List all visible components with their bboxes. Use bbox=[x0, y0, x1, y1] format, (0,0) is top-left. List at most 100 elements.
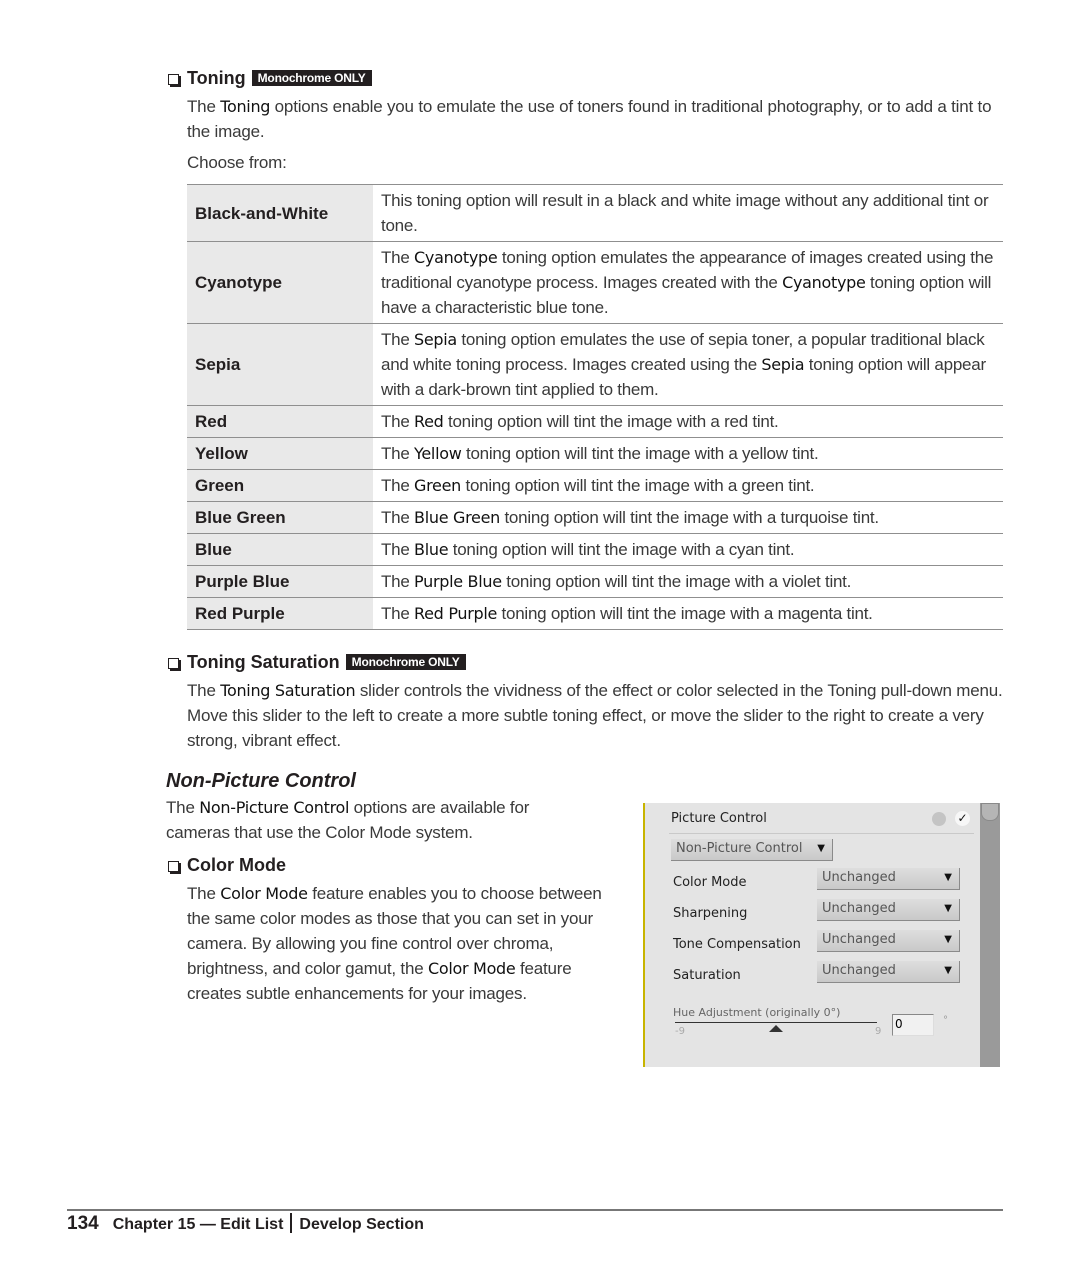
text: The bbox=[381, 330, 415, 349]
text: toning option will tint the image with a… bbox=[497, 604, 873, 623]
keyword: Sepia bbox=[414, 330, 457, 349]
keyword: Sepia bbox=[761, 355, 805, 374]
toning-option-row: Red The Red toning option will tint the i… bbox=[187, 405, 1003, 438]
toning-option-row: Red Purple The Red Purple toning option w… bbox=[187, 597, 1003, 630]
mode-dropdown[interactable]: Non-Picture Control ▼ bbox=[671, 839, 833, 861]
non-picture-control-title: Non-Picture Control bbox=[166, 770, 356, 792]
scrollbar-thumb[interactable] bbox=[981, 803, 999, 821]
text: The bbox=[381, 572, 415, 591]
toning-intro: The Toning options enable you to emulate… bbox=[187, 94, 1003, 144]
page-footer: 134 Chapter 15 — Edit List Develop Section bbox=[67, 1213, 424, 1235]
tone-compensation-dropdown[interactable]: Unchanged ▼ bbox=[817, 930, 960, 952]
text: toning option will tint the image with a… bbox=[461, 444, 819, 463]
keyword: Red Purple bbox=[414, 604, 498, 623]
hue-slider-track[interactable] bbox=[675, 1022, 877, 1023]
non-picture-control-body: The Non-Picture Control options are avai… bbox=[166, 795, 586, 845]
monochrome-only-badge: Monochrome ONLY bbox=[251, 70, 372, 86]
toning-option-description: The Sepia toning option emulates the use… bbox=[373, 324, 1003, 406]
toning-option-name: Yellow bbox=[187, 437, 373, 470]
dropdown-arrow-icon: ▼ bbox=[944, 872, 952, 883]
dropdown-arrow-icon: ▼ bbox=[944, 965, 952, 976]
dropdown-arrow-icon: ▼ bbox=[817, 843, 825, 854]
toning-options-table: Black-and-White This toning option will r… bbox=[187, 184, 1003, 630]
picture-control-panel: Picture Control ✓ Non-Picture Control ▼ C… bbox=[643, 803, 1000, 1067]
saturation-dropdown[interactable]: Unchanged ▼ bbox=[817, 961, 960, 983]
toning-option-description: This toning option will result in a blac… bbox=[373, 185, 1003, 242]
toning-saturation-heading: Toning Saturation Monochrome ONLY bbox=[168, 652, 466, 673]
keyword: Cyanotype bbox=[782, 273, 866, 292]
text: toning option will tint the image with a… bbox=[461, 476, 815, 495]
panel-title: Picture Control bbox=[671, 811, 767, 826]
text: The bbox=[166, 798, 200, 817]
panel-scrollbar[interactable] bbox=[980, 803, 1000, 1067]
toning-option-name: Green bbox=[187, 469, 373, 502]
text: toning option will tint the image with a… bbox=[448, 540, 795, 559]
hue-value-input[interactable]: 0 bbox=[892, 1014, 934, 1036]
text: The bbox=[381, 540, 415, 559]
toning-option-description: The Blue toning option will tint the ima… bbox=[373, 534, 1003, 566]
tone-compensation-label: Tone Compensation bbox=[673, 937, 801, 952]
keyword: Color Mode bbox=[428, 959, 516, 978]
hue-max-label: 9 bbox=[875, 1026, 882, 1037]
toning-option-name: Blue Green bbox=[187, 501, 373, 534]
checkbox-bullet-icon bbox=[168, 658, 179, 669]
keyword: Red bbox=[414, 412, 444, 431]
hue-slider-thumb[interactable] bbox=[769, 1025, 783, 1032]
checkbox-bullet-icon bbox=[168, 74, 179, 85]
toning-option-row: Cyanotype The Cyanotype toning option emu… bbox=[187, 241, 1003, 324]
keyword: Cyanotype bbox=[414, 248, 498, 267]
text: toning option will tint the image with a… bbox=[443, 412, 779, 431]
toning-option-description: The Purple Blue toning option will tint … bbox=[373, 566, 1003, 598]
sharpening-label: Sharpening bbox=[673, 906, 748, 921]
checkbox-bullet-icon bbox=[168, 861, 179, 872]
keyword: Purple Blue bbox=[414, 572, 502, 591]
toning-option-row: Blue The Blue toning option will tint the… bbox=[187, 533, 1003, 566]
page-number: 134 bbox=[67, 1213, 99, 1234]
footer-separator bbox=[290, 1213, 293, 1233]
text: The bbox=[381, 508, 415, 527]
text: The bbox=[381, 248, 415, 267]
dropdown-value: Unchanged bbox=[822, 963, 896, 978]
checkmark-icon[interactable]: ✓ bbox=[955, 811, 970, 826]
sharpening-dropdown[interactable]: Unchanged ▼ bbox=[817, 899, 960, 921]
toning-option-description: The Red toning option will tint the imag… bbox=[373, 406, 1003, 438]
toning-option-description: The Cyanotype toning option emulates the… bbox=[373, 242, 1003, 324]
text: The bbox=[381, 604, 415, 623]
text: options enable you to emulate the use of… bbox=[187, 97, 992, 141]
toning-option-row: Blue Green The Blue Green toning option w… bbox=[187, 501, 1003, 534]
color-mode-dropdown[interactable]: Unchanged ▼ bbox=[817, 868, 960, 890]
toning-option-name: Sepia bbox=[187, 323, 373, 406]
toning-option-description: The Blue Green toning option will tint t… bbox=[373, 502, 1003, 534]
footer-rule bbox=[67, 1209, 1003, 1211]
keyword: Blue Green bbox=[414, 508, 500, 527]
toning-option-name: Cyanotype bbox=[187, 241, 373, 324]
keyword: Toning Saturation bbox=[220, 681, 356, 700]
text: toning option will tint the image with a… bbox=[499, 508, 879, 527]
toning-option-name: Black-and-White bbox=[187, 184, 373, 242]
color-mode-label: Color Mode bbox=[673, 875, 747, 890]
text: The bbox=[381, 412, 415, 431]
color-mode-body: The Color Mode feature enables you to ch… bbox=[187, 881, 627, 1006]
text: The bbox=[187, 681, 221, 700]
toning-option-description: The Red Purple toning option will tint t… bbox=[373, 598, 1003, 630]
toning-option-row: Yellow The Yellow toning option will tint… bbox=[187, 437, 1003, 470]
keyword: Color Mode bbox=[220, 884, 308, 903]
color-mode-title: Color Mode bbox=[187, 855, 286, 875]
monochrome-only-badge: Monochrome ONLY bbox=[345, 654, 466, 670]
text: The bbox=[381, 444, 415, 463]
hue-min-label: -9 bbox=[675, 1026, 685, 1037]
toning-option-name: Red bbox=[187, 405, 373, 438]
reset-circle-icon[interactable] bbox=[932, 812, 946, 826]
toning-option-name: Purple Blue bbox=[187, 565, 373, 598]
toning-option-name: Blue bbox=[187, 533, 373, 566]
dropdown-arrow-icon: ▼ bbox=[944, 903, 952, 914]
text: The bbox=[187, 97, 221, 116]
toning-saturation-body: The Toning Saturation slider controls th… bbox=[187, 678, 1003, 753]
keyword: Toning bbox=[220, 97, 271, 116]
text: The bbox=[187, 884, 221, 903]
mode-dropdown-value: Non-Picture Control bbox=[676, 841, 803, 856]
text: The bbox=[381, 476, 415, 495]
toning-option-row: Black-and-White This toning option will r… bbox=[187, 184, 1003, 242]
toning-option-row: Green The Green toning option will tint t… bbox=[187, 469, 1003, 502]
dropdown-arrow-icon: ▼ bbox=[944, 934, 952, 945]
